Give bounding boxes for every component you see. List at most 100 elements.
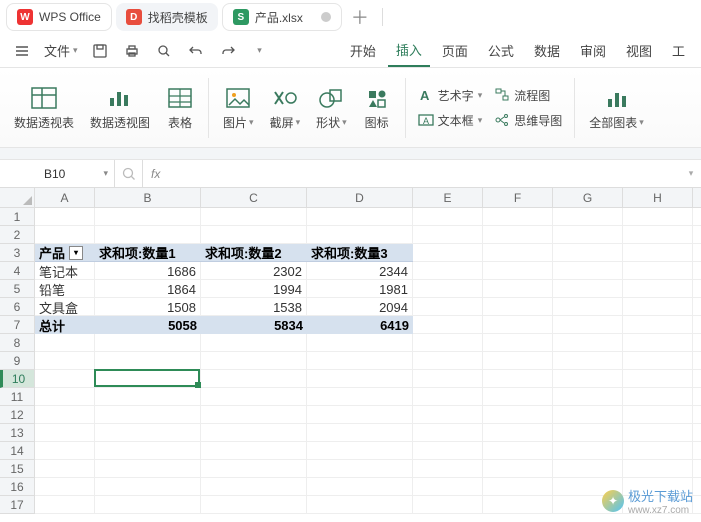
- cell-G12[interactable]: [553, 406, 623, 424]
- name-box[interactable]: B10 ▾: [0, 160, 115, 187]
- cell-A10[interactable]: [35, 370, 95, 388]
- row-header-3[interactable]: 3: [0, 244, 34, 262]
- row-header-17[interactable]: 17: [0, 496, 34, 514]
- cell-G10[interactable]: [553, 370, 623, 388]
- shapes-button[interactable]: 形状▾: [310, 84, 353, 131]
- cell-A5[interactable]: 铅笔: [35, 280, 95, 298]
- cell-F11[interactable]: [483, 388, 553, 406]
- cell-A4[interactable]: 笔记本: [35, 262, 95, 280]
- cell-F15[interactable]: [483, 460, 553, 478]
- screenshot-button[interactable]: 截屏▾: [264, 84, 307, 131]
- col-header-E[interactable]: E: [413, 188, 483, 208]
- cell-C3[interactable]: 求和项:数量2: [201, 244, 307, 262]
- cell-B15[interactable]: [95, 460, 201, 478]
- cell-B13[interactable]: [95, 424, 201, 442]
- print-icon[interactable]: [118, 37, 146, 65]
- cell-E9[interactable]: [413, 352, 483, 370]
- cell-A9[interactable]: [35, 352, 95, 370]
- row-header-7[interactable]: 7: [0, 316, 34, 334]
- cell-F8[interactable]: [483, 334, 553, 352]
- pivot-table-button[interactable]: 数据透视表: [8, 84, 80, 131]
- cell-C6[interactable]: 1538: [201, 298, 307, 316]
- menu-insert[interactable]: 插入: [388, 35, 430, 67]
- file-menu[interactable]: 文件▾: [40, 35, 82, 67]
- cell-H13[interactable]: [623, 424, 693, 442]
- cell-E13[interactable]: [413, 424, 483, 442]
- cell-G11[interactable]: [553, 388, 623, 406]
- cell-F12[interactable]: [483, 406, 553, 424]
- cell-A1[interactable]: [35, 208, 95, 226]
- cell-G14[interactable]: [553, 442, 623, 460]
- cell-H14[interactable]: [623, 442, 693, 460]
- new-tab-button[interactable]: ＋: [346, 3, 374, 31]
- cell-D12[interactable]: [307, 406, 413, 424]
- all-charts-button[interactable]: 全部图表▾: [583, 84, 650, 131]
- cell-A2[interactable]: [35, 226, 95, 244]
- cell-C5[interactable]: 1994: [201, 280, 307, 298]
- file-tab[interactable]: S 产品.xlsx: [222, 3, 342, 31]
- cell-G4[interactable]: [553, 262, 623, 280]
- cell-H9[interactable]: [623, 352, 693, 370]
- cell-H12[interactable]: [623, 406, 693, 424]
- redo-icon[interactable]: [214, 37, 242, 65]
- menu-tools[interactable]: 工: [664, 35, 693, 67]
- close-tab-icon[interactable]: [321, 12, 331, 22]
- col-header-G[interactable]: G: [553, 188, 623, 208]
- cell-A13[interactable]: [35, 424, 95, 442]
- template-tab[interactable]: D 找稻壳模板: [116, 3, 218, 31]
- cell-B3[interactable]: 求和项:数量1: [95, 244, 201, 262]
- col-header-F[interactable]: F: [483, 188, 553, 208]
- row-header-1[interactable]: 1: [0, 208, 34, 226]
- cell-E5[interactable]: [413, 280, 483, 298]
- cell-C4[interactable]: 2302: [201, 262, 307, 280]
- cell-H4[interactable]: [623, 262, 693, 280]
- cell-E6[interactable]: [413, 298, 483, 316]
- cell-D6[interactable]: 2094: [307, 298, 413, 316]
- cell-B8[interactable]: [95, 334, 201, 352]
- cell-F3[interactable]: [483, 244, 553, 262]
- row-header-2[interactable]: 2: [0, 226, 34, 244]
- picture-button[interactable]: 图片▾: [217, 84, 260, 131]
- cell-H5[interactable]: [623, 280, 693, 298]
- cell-D10[interactable]: [307, 370, 413, 388]
- cell-B2[interactable]: [95, 226, 201, 244]
- filter-dropdown[interactable]: ▾: [69, 246, 83, 260]
- cell-B5[interactable]: 1864: [95, 280, 201, 298]
- cell-C11[interactable]: [201, 388, 307, 406]
- cell-D11[interactable]: [307, 388, 413, 406]
- row-header-13[interactable]: 13: [0, 424, 34, 442]
- menu-data[interactable]: 数据: [526, 35, 568, 67]
- col-header-A[interactable]: A: [35, 188, 95, 208]
- cell-G15[interactable]: [553, 460, 623, 478]
- cell-A16[interactable]: [35, 478, 95, 496]
- cells-area[interactable]: 产品▾求和项:数量1求和项:数量2求和项:数量3笔记本168623022344铅…: [35, 208, 701, 514]
- cell-B17[interactable]: [95, 496, 201, 514]
- cell-C17[interactable]: [201, 496, 307, 514]
- cell-E11[interactable]: [413, 388, 483, 406]
- mindmap-button[interactable]: 思维导图: [490, 110, 566, 131]
- cell-H3[interactable]: [623, 244, 693, 262]
- icons-button[interactable]: 图标: [357, 84, 397, 131]
- menu-review[interactable]: 审阅: [572, 35, 614, 67]
- cell-E10[interactable]: [413, 370, 483, 388]
- cell-H15[interactable]: [623, 460, 693, 478]
- cell-C15[interactable]: [201, 460, 307, 478]
- fx-label[interactable]: fx: [143, 167, 168, 181]
- cell-D3[interactable]: 求和项:数量3: [307, 244, 413, 262]
- cell-F17[interactable]: [483, 496, 553, 514]
- formula-input[interactable]: [168, 160, 681, 187]
- app-tab[interactable]: W WPS Office: [6, 3, 112, 31]
- cell-D4[interactable]: 2344: [307, 262, 413, 280]
- row-header-15[interactable]: 15: [0, 460, 34, 478]
- pivot-chart-button[interactable]: 数据透视图: [84, 84, 156, 131]
- cell-D17[interactable]: [307, 496, 413, 514]
- col-header-C[interactable]: C: [201, 188, 307, 208]
- cell-D7[interactable]: 6419: [307, 316, 413, 334]
- row-header-5[interactable]: 5: [0, 280, 34, 298]
- cell-B14[interactable]: [95, 442, 201, 460]
- cell-B4[interactable]: 1686: [95, 262, 201, 280]
- row-header-9[interactable]: 9: [0, 352, 34, 370]
- row-header-10[interactable]: 10: [0, 370, 34, 388]
- cell-E14[interactable]: [413, 442, 483, 460]
- col-header-D[interactable]: D: [307, 188, 413, 208]
